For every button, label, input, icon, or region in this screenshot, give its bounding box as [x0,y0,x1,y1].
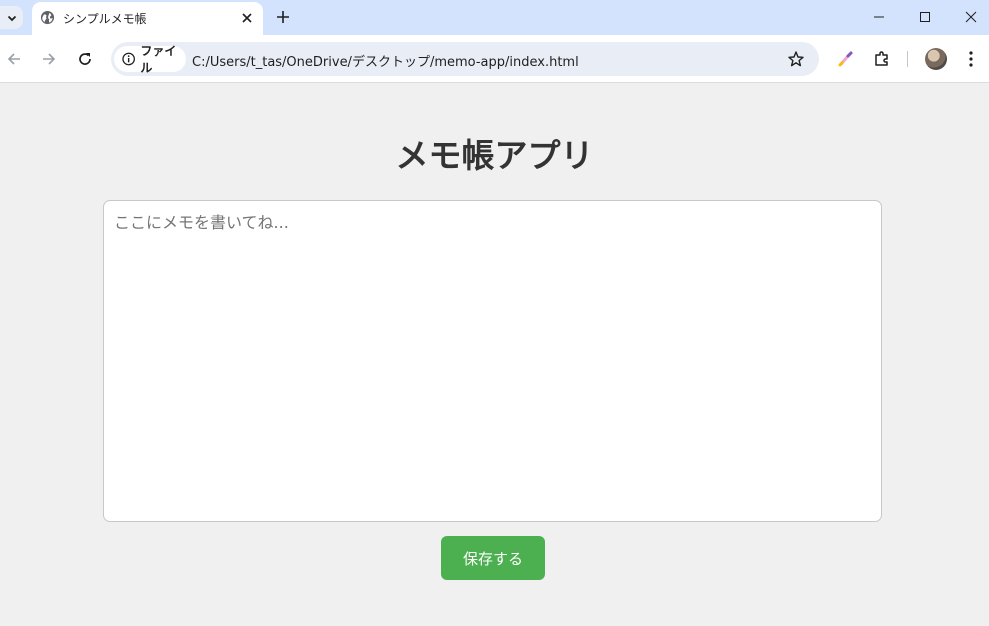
url-text[interactable]: C:/Users/t_tas/OneDrive/デスクトップ/memo-app/… [192,51,579,70]
more-vertical-icon[interactable] [964,49,978,69]
maximize-icon [920,12,930,22]
chevron-down-icon [7,15,16,21]
star-icon[interactable] [787,50,805,68]
minimize-icon [874,16,884,18]
page-content: メモ帳アプリ 保存する [0,83,989,626]
back-button[interactable] [4,49,24,69]
reload-button[interactable] [75,49,95,69]
browser-toolbar: ファイル C:/Users/t_tas/OneDrive/デスクトップ/memo… [0,35,989,83]
close-icon [242,13,252,23]
close-window-button[interactable] [960,6,982,28]
forward-button[interactable] [39,49,59,69]
page-title: メモ帳アプリ [395,136,594,175]
minimize-button[interactable] [868,6,890,28]
save-button[interactable]: 保存する [441,536,545,580]
browser-tab-strip: シンプルメモ帳 [0,0,989,35]
plus-icon [277,11,289,23]
address-bar[interactable]: ファイル C:/Users/t_tas/OneDrive/デスクトップ/memo… [111,42,819,76]
tab-search-button[interactable] [0,6,23,29]
tab-close-button[interactable] [239,10,255,26]
site-info-label: ファイル [140,44,177,75]
pen-icon[interactable] [836,49,856,69]
memo-textarea[interactable] [103,200,882,522]
globe-icon [40,10,55,25]
site-info-chip[interactable]: ファイル [114,44,186,75]
maximize-button[interactable] [914,6,936,28]
new-tab-button[interactable] [274,8,292,26]
browser-tab-active[interactable]: シンプルメモ帳 [32,2,263,35]
close-icon [965,11,977,23]
arrow-right-icon [43,53,56,65]
arrow-left-icon [7,53,20,65]
avatar[interactable] [925,48,947,70]
puzzle-icon[interactable] [872,49,892,69]
reload-icon [79,53,91,65]
tab-title: シンプルメモ帳 [63,12,147,26]
info-icon [122,52,135,66]
toolbar-separator [907,51,908,67]
